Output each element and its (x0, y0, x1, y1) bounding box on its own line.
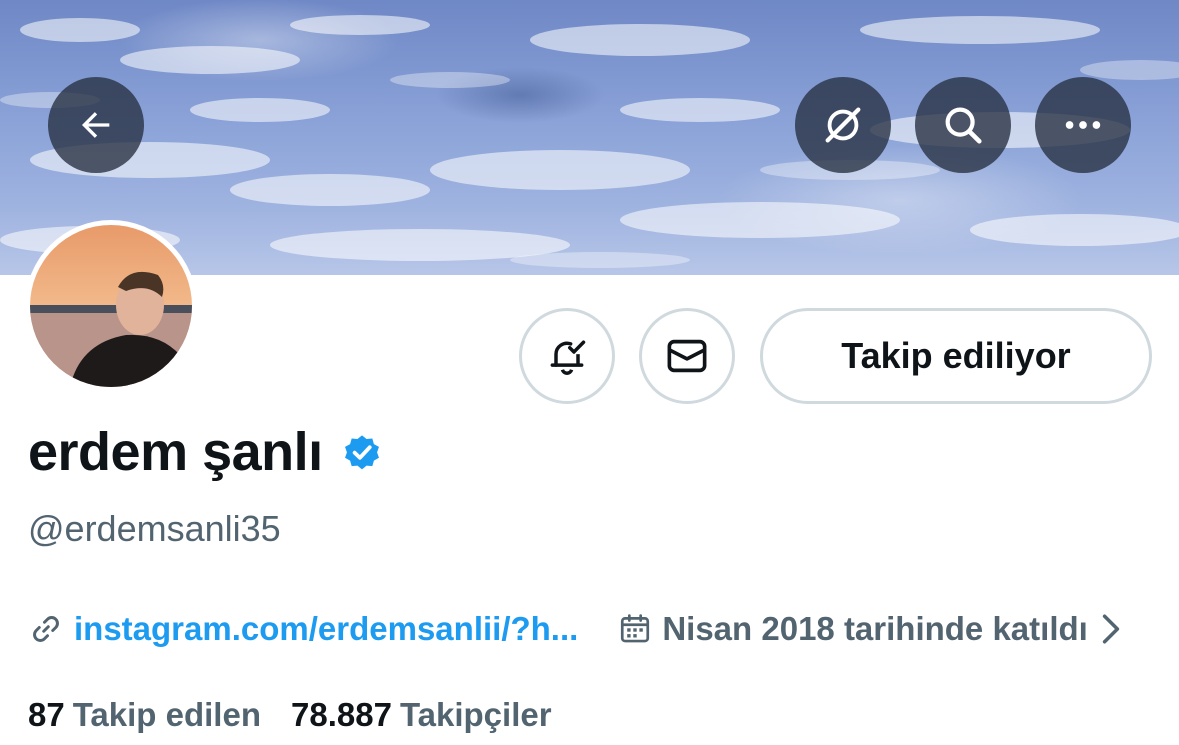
chevron-right-icon[interactable] (1100, 613, 1122, 645)
more-horizontal-icon (1065, 121, 1101, 129)
profile-stats: 87 Takip edilen 78.887 Takipçiler (28, 696, 582, 734)
notifications-button[interactable] (519, 308, 615, 404)
display-name: erdem şanlı (28, 422, 323, 482)
profile-handle: @erdemsanli35 (28, 508, 281, 549)
following-button-label: Takip ediliyor (841, 335, 1071, 376)
envelope-icon (667, 339, 707, 373)
following-count: 87 (28, 696, 65, 733)
following-label: Takip edilen (72, 696, 261, 733)
bell-check-icon (550, 340, 586, 375)
following-stat[interactable]: 87 Takip edilen (28, 696, 261, 734)
grok-icon (825, 107, 861, 143)
verified-badge-icon[interactable] (341, 431, 383, 473)
more-options-button[interactable] (1035, 77, 1131, 173)
followers-count: 78.887 (291, 696, 392, 733)
back-button[interactable] (48, 77, 144, 173)
profile-website-link[interactable]: instagram.com/erdemsanlii/?h... (74, 610, 578, 648)
search-icon (945, 107, 982, 144)
message-button[interactable] (639, 308, 735, 404)
avatar-photo (30, 225, 192, 387)
avatar[interactable] (25, 220, 197, 392)
grok-button[interactable] (795, 77, 891, 173)
profile-meta-row: instagram.com/erdemsanlii/?h... Nisan 20… (28, 607, 1179, 651)
arrow-left-icon (82, 112, 110, 138)
search-button[interactable] (915, 77, 1011, 173)
profile-banner[interactable] (0, 0, 1179, 275)
join-date: Nisan 2018 tarihinde katıldı (662, 610, 1088, 647)
calendar-icon (621, 614, 650, 643)
link-icon (33, 616, 59, 642)
followers-label: Takipçiler (399, 696, 552, 733)
followers-stat[interactable]: 78.887 Takipçiler (291, 696, 552, 734)
following-button[interactable]: Takip ediliyor (760, 308, 1152, 404)
profile-name-row: erdem şanlı (28, 425, 383, 479)
